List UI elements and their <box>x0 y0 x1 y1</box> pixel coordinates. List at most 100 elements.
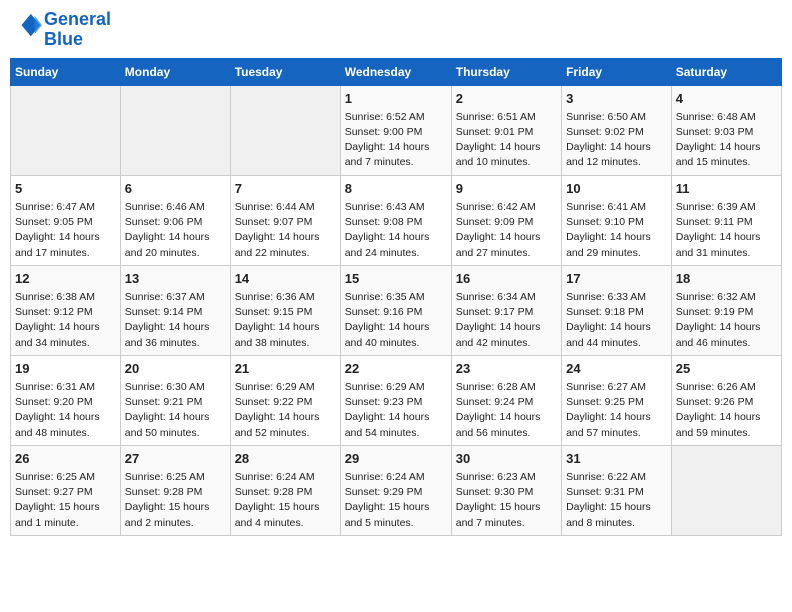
day-number: 1 <box>345 90 447 108</box>
calendar-cell: 14 Sunrise: 6:36 AM Sunset: 9:15 PM Dayli… <box>230 265 340 355</box>
day-info: Sunrise: 6:29 AM Sunset: 9:23 PM Dayligh… <box>345 380 447 441</box>
calendar-cell <box>671 445 781 535</box>
day-info: Sunrise: 6:35 AM Sunset: 9:16 PM Dayligh… <box>345 290 447 351</box>
logo-text: GeneralBlue <box>44 10 111 50</box>
day-number: 3 <box>566 90 667 108</box>
calendar-cell: 6 Sunrise: 6:46 AM Sunset: 9:06 PM Daylig… <box>120 175 230 265</box>
day-info: Sunrise: 6:24 AM Sunset: 9:29 PM Dayligh… <box>345 470 447 531</box>
weekday-header: Sunday <box>11 58 121 85</box>
day-number: 31 <box>566 450 667 468</box>
day-number: 16 <box>456 270 557 288</box>
day-info: Sunrise: 6:38 AM Sunset: 9:12 PM Dayligh… <box>15 290 116 351</box>
calendar-cell: 21 Sunrise: 6:29 AM Sunset: 9:22 PM Dayli… <box>230 355 340 445</box>
day-info: Sunrise: 6:37 AM Sunset: 9:14 PM Dayligh… <box>125 290 226 351</box>
calendar-cell: 12 Sunrise: 6:38 AM Sunset: 9:12 PM Dayli… <box>11 265 121 355</box>
day-info: Sunrise: 6:34 AM Sunset: 9:17 PM Dayligh… <box>456 290 557 351</box>
day-number: 8 <box>345 180 447 198</box>
calendar-cell: 23Sunrise: 6:28 AM Sunset: 9:24 PM Dayli… <box>451 355 561 445</box>
day-number: 18 <box>676 270 777 288</box>
day-number: 4 <box>676 90 777 108</box>
day-info: Sunrise: 6:41 AM Sunset: 9:10 PM Dayligh… <box>566 200 667 261</box>
weekday-header: Monday <box>120 58 230 85</box>
day-number: 21 <box>235 360 336 378</box>
day-number: 5 <box>15 180 116 198</box>
calendar-cell: 4 Sunrise: 6:48 AM Sunset: 9:03 PM Daylig… <box>671 85 781 175</box>
day-info: Sunrise: 6:39 AM Sunset: 9:11 PM Dayligh… <box>676 200 777 261</box>
calendar-cell: 15Sunrise: 6:35 AM Sunset: 9:16 PM Dayli… <box>340 265 451 355</box>
day-info: Sunrise: 6:47 AM Sunset: 9:05 PM Dayligh… <box>15 200 116 261</box>
day-info: Sunrise: 6:25 AM Sunset: 9:28 PM Dayligh… <box>125 470 226 531</box>
day-info: Sunrise: 6:42 AM Sunset: 9:09 PM Dayligh… <box>456 200 557 261</box>
calendar-cell: 31 Sunrise: 6:22 AM Sunset: 9:31 PM Dayli… <box>562 445 672 535</box>
day-info: Sunrise: 6:44 AM Sunset: 9:07 PM Dayligh… <box>235 200 336 261</box>
calendar-cell: 26 Sunrise: 6:25 AM Sunset: 9:27 PM Dayli… <box>11 445 121 535</box>
day-number: 29 <box>345 450 447 468</box>
day-info: Sunrise: 6:43 AM Sunset: 9:08 PM Dayligh… <box>345 200 447 261</box>
day-number: 9 <box>456 180 557 198</box>
day-info: Sunrise: 6:23 AM Sunset: 9:30 PM Dayligh… <box>456 470 557 531</box>
day-number: 24 <box>566 360 667 378</box>
calendar-cell: 17Sunrise: 6:33 AM Sunset: 9:18 PM Dayli… <box>562 265 672 355</box>
day-number: 22 <box>345 360 447 378</box>
calendar-cell: 7 Sunrise: 6:44 AM Sunset: 9:07 PM Daylig… <box>230 175 340 265</box>
day-info: Sunrise: 6:48 AM Sunset: 9:03 PM Dayligh… <box>676 110 777 171</box>
day-number: 19 <box>15 360 116 378</box>
calendar-cell: 16 Sunrise: 6:34 AM Sunset: 9:17 PM Dayli… <box>451 265 561 355</box>
weekday-header: Thursday <box>451 58 561 85</box>
day-info: Sunrise: 6:50 AM Sunset: 9:02 PM Dayligh… <box>566 110 667 171</box>
day-number: 14 <box>235 270 336 288</box>
day-info: Sunrise: 6:32 AM Sunset: 9:19 PM Dayligh… <box>676 290 777 351</box>
weekday-header: Tuesday <box>230 58 340 85</box>
day-number: 26 <box>15 450 116 468</box>
day-number: 6 <box>125 180 226 198</box>
day-info: Sunrise: 6:29 AM Sunset: 9:22 PM Dayligh… <box>235 380 336 441</box>
calendar-body: 1Sunrise: 6:52 AM Sunset: 9:00 PM Daylig… <box>11 85 782 535</box>
logo: GeneralBlue <box>14 10 111 50</box>
day-number: 12 <box>15 270 116 288</box>
calendar-header: SundayMondayTuesdayWednesdayThursdayFrid… <box>11 58 782 85</box>
calendar-cell: 25Sunrise: 6:26 AM Sunset: 9:26 PM Dayli… <box>671 355 781 445</box>
day-info: Sunrise: 6:51 AM Sunset: 9:01 PM Dayligh… <box>456 110 557 171</box>
page-header: GeneralBlue <box>10 10 782 50</box>
day-number: 23 <box>456 360 557 378</box>
calendar-cell: 19 Sunrise: 6:31 AM Sunset: 9:20 PM Dayli… <box>11 355 121 445</box>
day-info: Sunrise: 6:22 AM Sunset: 9:31 PM Dayligh… <box>566 470 667 531</box>
calendar-cell: 30 Sunrise: 6:23 AM Sunset: 9:30 PM Dayli… <box>451 445 561 535</box>
day-info: Sunrise: 6:26 AM Sunset: 9:26 PM Dayligh… <box>676 380 777 441</box>
calendar-cell <box>11 85 121 175</box>
day-number: 7 <box>235 180 336 198</box>
day-number: 20 <box>125 360 226 378</box>
day-info: Sunrise: 6:46 AM Sunset: 9:06 PM Dayligh… <box>125 200 226 261</box>
day-info: Sunrise: 6:24 AM Sunset: 9:28 PM Dayligh… <box>235 470 336 531</box>
day-info: Sunrise: 6:33 AM Sunset: 9:18 PM Dayligh… <box>566 290 667 351</box>
day-info: Sunrise: 6:31 AM Sunset: 9:20 PM Dayligh… <box>15 380 116 441</box>
day-number: 13 <box>125 270 226 288</box>
day-number: 30 <box>456 450 557 468</box>
day-number: 28 <box>235 450 336 468</box>
calendar-cell: 11 Sunrise: 6:39 AM Sunset: 9:11 PM Dayli… <box>671 175 781 265</box>
calendar-cell: 27 Sunrise: 6:25 AM Sunset: 9:28 PM Dayli… <box>120 445 230 535</box>
day-number: 10 <box>566 180 667 198</box>
day-info: Sunrise: 6:36 AM Sunset: 9:15 PM Dayligh… <box>235 290 336 351</box>
calendar-cell: 28 Sunrise: 6:24 AM Sunset: 9:28 PM Dayli… <box>230 445 340 535</box>
weekday-header: Saturday <box>671 58 781 85</box>
calendar-cell: 10 Sunrise: 6:41 AM Sunset: 9:10 PM Dayli… <box>562 175 672 265</box>
day-number: 11 <box>676 180 777 198</box>
calendar-cell: 22 Sunrise: 6:29 AM Sunset: 9:23 PM Dayli… <box>340 355 451 445</box>
calendar-cell: 9 Sunrise: 6:42 AM Sunset: 9:09 PM Daylig… <box>451 175 561 265</box>
calendar-cell: 5 Sunrise: 6:47 AM Sunset: 9:05 PM Daylig… <box>11 175 121 265</box>
day-info: Sunrise: 6:27 AM Sunset: 9:25 PM Dayligh… <box>566 380 667 441</box>
calendar-cell: 2 Sunrise: 6:51 AM Sunset: 9:01 PM Daylig… <box>451 85 561 175</box>
calendar-cell: 29 Sunrise: 6:24 AM Sunset: 9:29 PM Dayli… <box>340 445 451 535</box>
calendar-cell <box>120 85 230 175</box>
calendar-table: SundayMondayTuesdayWednesdayThursdayFrid… <box>10 58 782 536</box>
calendar-cell <box>230 85 340 175</box>
calendar-cell: 8 Sunrise: 6:43 AM Sunset: 9:08 PM Daylig… <box>340 175 451 265</box>
day-number: 2 <box>456 90 557 108</box>
day-number: 27 <box>125 450 226 468</box>
calendar-cell: 3 Sunrise: 6:50 AM Sunset: 9:02 PM Daylig… <box>562 85 672 175</box>
calendar-cell: 18 Sunrise: 6:32 AM Sunset: 9:19 PM Dayli… <box>671 265 781 355</box>
weekday-header: Friday <box>562 58 672 85</box>
day-info: Sunrise: 6:25 AM Sunset: 9:27 PM Dayligh… <box>15 470 116 531</box>
calendar-cell: 24 Sunrise: 6:27 AM Sunset: 9:25 PM Dayli… <box>562 355 672 445</box>
